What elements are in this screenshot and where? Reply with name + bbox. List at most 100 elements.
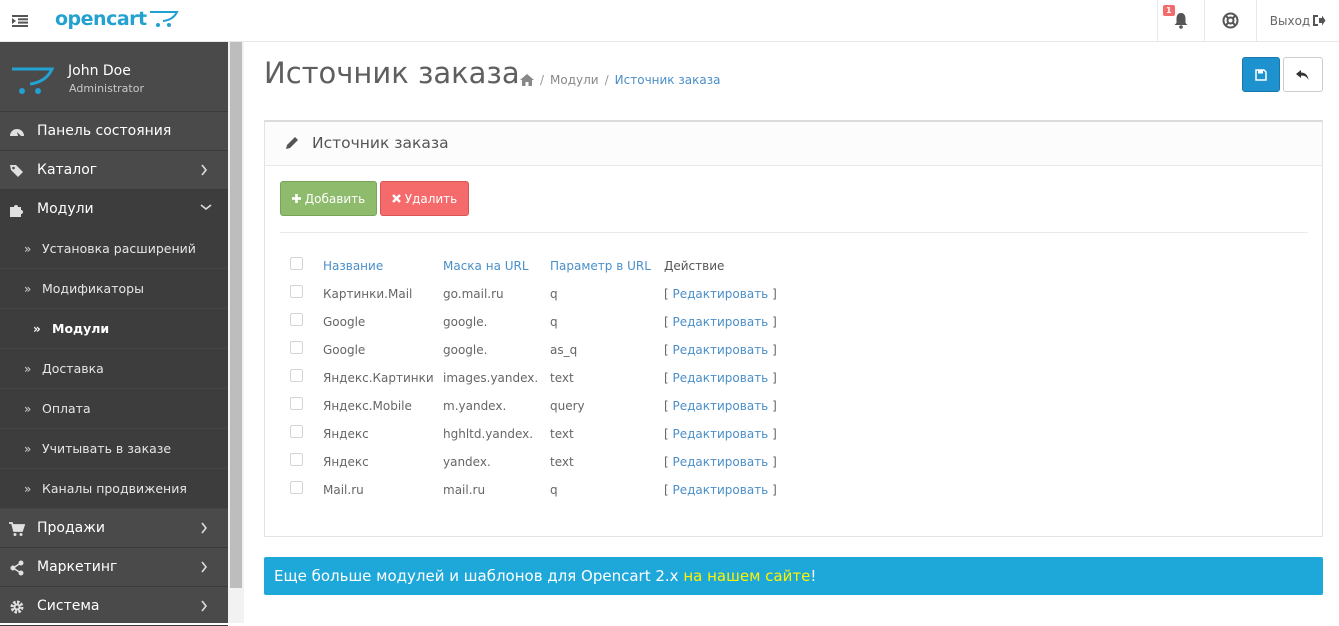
sidebar-subitem-modifications[interactable]: » Модификаторы (0, 269, 228, 309)
logout-button[interactable]: Выход (1256, 0, 1339, 41)
home-icon[interactable] (520, 74, 534, 86)
cell-action: [ Редактировать ] (664, 287, 777, 301)
table-row: Mail.ru mail.ru q [ Редактировать ] (280, 476, 800, 504)
edit-link[interactable]: Редактировать (673, 287, 769, 301)
row-checkbox[interactable] (290, 341, 303, 354)
cell-action: [ Редактировать ] (664, 483, 777, 497)
edit-link[interactable]: Редактировать (673, 399, 769, 413)
row-checkbox[interactable] (290, 313, 303, 326)
row-checkbox[interactable] (290, 425, 303, 438)
cell-action: [ Редактировать ] (664, 315, 777, 329)
table-row: Google google. q [ Редактировать ] (280, 308, 800, 336)
sidebar-item-dashboard[interactable]: Панель состояния (0, 112, 228, 151)
row-checkbox[interactable] (290, 285, 303, 298)
sidebar-subitem-label: Модификаторы (42, 281, 144, 296)
sidebar-scrollbar-thumb[interactable] (230, 42, 242, 588)
row-checkbox[interactable] (290, 397, 303, 410)
save-button[interactable] (1242, 57, 1280, 92)
cell-url-mask: google. (443, 315, 488, 329)
edit-link[interactable]: Редактировать (673, 483, 769, 497)
sidebar-item-system[interactable]: Система (0, 587, 228, 626)
menu-indent-icon (12, 14, 28, 27)
sidebar-item-modules[interactable]: Модули (0, 190, 228, 229)
select-all-checkbox[interactable] (290, 257, 303, 270)
row-checkbox[interactable] (290, 481, 303, 494)
opencart-logo[interactable]: opencart (55, 4, 179, 34)
double-chevron-icon: » (24, 481, 32, 496)
cell-url-mask: yandex. (443, 455, 491, 469)
delete-button-label: Удалить (404, 191, 458, 206)
cell-url-mask: go.mail.ru (443, 287, 504, 301)
edit-link[interactable]: Редактировать (673, 343, 769, 357)
cell-url-param: text (550, 427, 574, 441)
add-button[interactable]: Добавить (280, 181, 377, 216)
sidebar-subitem-payment[interactable]: » Оплата (0, 389, 228, 429)
sidebar-subitem-installer[interactable]: » Установка расширений (0, 229, 228, 269)
sidebar-subitem-label: Каналы продвижения (42, 481, 187, 496)
table-row: Яндекс.Mobile m.yandex. query [ Редактир… (280, 392, 800, 420)
panel-title: Источник заказа (312, 134, 449, 152)
sidebar-item-sales[interactable]: Продажи (0, 509, 228, 548)
logout-label: Выход (1269, 13, 1311, 28)
double-chevron-icon: » (24, 241, 32, 256)
banner-suffix: ! (810, 567, 817, 585)
sidebar-subitem-label: Учитывать в заказе (42, 441, 172, 456)
delete-button[interactable]: Удалить (380, 181, 469, 216)
cell-url-param: text (550, 455, 574, 469)
cell-url-mask: google. (443, 343, 488, 357)
banner-link[interactable]: на нашем сайте (683, 567, 810, 585)
cart-icon (9, 522, 25, 536)
cell-url-param: q (550, 483, 558, 497)
breadcrumb-separator: / (540, 73, 545, 87)
edit-link[interactable]: Редактировать (673, 315, 769, 329)
cell-url-param: as_q (550, 343, 578, 357)
breadcrumb-link-modules[interactable]: Модули (550, 73, 599, 87)
sidebar-subitem-shipping[interactable]: » Доставка (0, 349, 228, 389)
dashboard-icon (10, 129, 24, 136)
sidebar-subitem-modules[interactable]: » Модули (0, 309, 228, 349)
sidebar-subitem-order-totals[interactable]: » Учитывать в заказе (0, 429, 228, 469)
help-button[interactable] (1204, 0, 1256, 41)
table-row: Яндекс hghltd.yandex. text [ Редактирова… (280, 420, 800, 448)
back-button[interactable] (1283, 57, 1323, 92)
share-icon (10, 560, 24, 576)
sidebar-item-catalog[interactable]: Каталог (0, 151, 228, 190)
double-chevron-icon: » (24, 401, 32, 416)
menu-toggle-button[interactable] (0, 0, 40, 41)
column-header-url-mask[interactable]: Маска на URL (443, 259, 529, 273)
chevron-right-icon (201, 600, 208, 612)
breadcrumb-link-current[interactable]: Источник заказа (615, 73, 721, 87)
cell-name: Яндекс.Mobile (323, 399, 412, 413)
cell-name: Яндекс.Картинки (323, 371, 434, 385)
cell-url-mask: m.yandex. (443, 399, 507, 413)
breadcrumb: / Модули / Источник заказа (520, 73, 720, 87)
sidebar-subitem-label: Доставка (42, 361, 104, 376)
close-icon (391, 194, 401, 203)
row-checkbox[interactable] (290, 453, 303, 466)
column-header-name[interactable]: Название (323, 259, 383, 273)
cell-action: [ Редактировать ] (664, 343, 777, 357)
save-icon (1255, 68, 1267, 81)
sidebar-item-label: Каталог (37, 162, 98, 178)
sidebar-item-label: Продажи (37, 520, 105, 536)
plus-icon (291, 194, 301, 203)
profile-name: John Doe (68, 63, 131, 79)
sidebar-item-label: Маркетинг (37, 559, 118, 575)
row-checkbox[interactable] (290, 369, 303, 382)
cell-url-mask: mail.ru (443, 483, 486, 497)
edit-link[interactable]: Редактировать (673, 371, 769, 385)
cell-action: [ Редактировать ] (664, 399, 777, 413)
tags-icon (10, 165, 23, 177)
cell-url-param: q (550, 287, 558, 301)
sidebar-subitem-feeds[interactable]: » Каналы продвижения (0, 469, 228, 509)
sidebar-item-marketing[interactable]: Маркетинг (0, 548, 228, 587)
edit-link[interactable]: Редактировать (673, 427, 769, 441)
divider (280, 232, 1308, 233)
column-header-url-param[interactable]: Параметр в URL (550, 259, 651, 273)
user-profile[interactable]: John Doe Administrator (0, 42, 228, 112)
edit-link[interactable]: Редактировать (673, 455, 769, 469)
sign-out-icon (1313, 15, 1326, 26)
page-title: Источник заказа (264, 56, 520, 90)
content-panel: Источник заказа Добавить Удалить Названи… (264, 120, 1323, 537)
cell-url-param: text (550, 371, 574, 385)
